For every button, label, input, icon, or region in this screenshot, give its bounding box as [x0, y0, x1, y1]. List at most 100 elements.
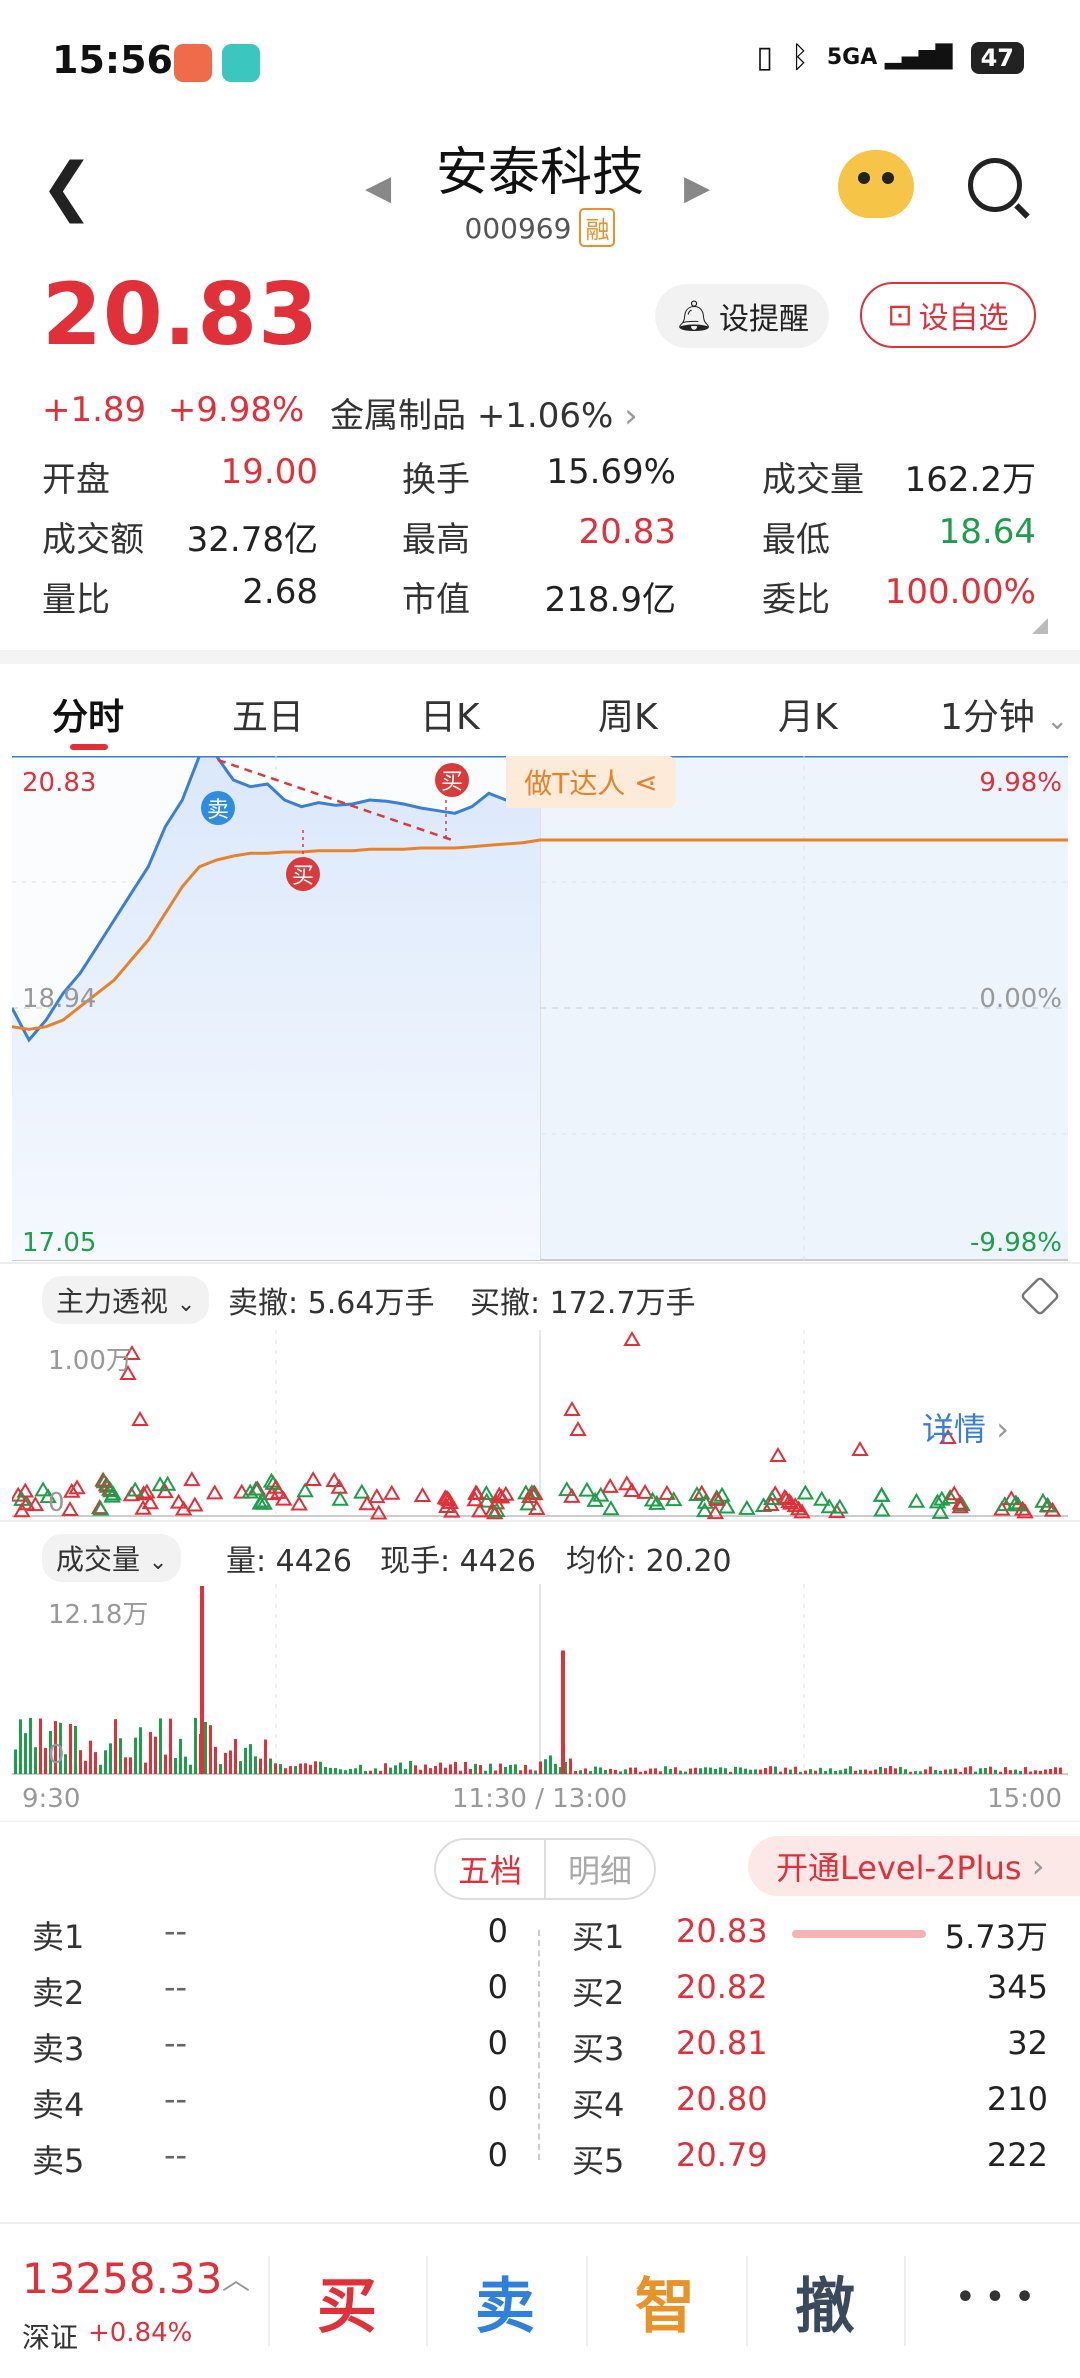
- add-favorite-button[interactable]: ⊡ 设自选: [860, 282, 1036, 348]
- volume-bar: [834, 1770, 837, 1774]
- volume-bar: [284, 1768, 287, 1774]
- volume-bar: [499, 1763, 502, 1774]
- level2-upgrade-button[interactable]: 开通Level-2Plus ›: [748, 1836, 1080, 1896]
- flow-mark: [296, 1482, 314, 1498]
- volume-chart[interactable]: [12, 1584, 1068, 1776]
- volume-bar: [619, 1771, 622, 1774]
- volume-bar: [989, 1766, 992, 1774]
- ask-price: --: [164, 2024, 188, 2062]
- volume-bar: [954, 1768, 957, 1774]
- sell-button[interactable]: 卖: [430, 2258, 580, 2345]
- volume-bar: [364, 1770, 367, 1774]
- tab-one-minute[interactable]: 1分钟 ⌄: [940, 688, 1068, 740]
- volume-bar: [509, 1764, 512, 1774]
- volume-bar: [419, 1769, 422, 1774]
- bid-price: 20.82: [676, 1968, 768, 2006]
- volume-bar: [69, 1724, 72, 1774]
- intraday-price-chart[interactable]: 卖 买 买: [12, 756, 1068, 1262]
- volume-bar: [824, 1770, 827, 1774]
- buy-button[interactable]: 买: [272, 2258, 422, 2345]
- stat-value: 19.00: [220, 452, 318, 492]
- buy-marker[interactable]: 买: [435, 763, 469, 797]
- volume-bar: [679, 1770, 682, 1774]
- tab-intraday[interactable]: 分时: [52, 688, 124, 740]
- current-hand-stat: 现手: 4426: [380, 1544, 536, 1579]
- sell-cancel-stat: 卖撤: 5.64万手: [228, 1286, 435, 1321]
- volume-bar: [414, 1765, 417, 1774]
- cancel-order-button[interactable]: 撤: [750, 2258, 900, 2345]
- volume-bar: [329, 1767, 332, 1774]
- trader-tag-button[interactable]: 做T达人 ⋖: [506, 756, 676, 808]
- volume-bar: [844, 1768, 847, 1774]
- volume-bar: [279, 1764, 282, 1774]
- flow-mode-dropdown[interactable]: 主力透视 ⌄: [42, 1276, 210, 1324]
- flow-chart[interactable]: [12, 1330, 1068, 1520]
- tab-daily-k[interactable]: 日K: [420, 688, 480, 740]
- tab-weekly-k[interactable]: 周K: [598, 688, 658, 740]
- flow-mark: [820, 1498, 839, 1514]
- volume-bar: [669, 1768, 672, 1774]
- flow-mark: [368, 1488, 386, 1504]
- app-notification-icon: [222, 44, 260, 82]
- svg-text:买: 买: [292, 864, 314, 889]
- svg-text:卖: 卖: [207, 798, 229, 823]
- average-price-stat: 均价: 20.20: [566, 1544, 732, 1579]
- volume-bar: [334, 1768, 337, 1774]
- stat-label: 委比: [762, 580, 830, 620]
- orderbook-divider: [538, 1930, 540, 2160]
- volume-bar: [74, 1725, 77, 1774]
- share-icon: ⋖: [634, 765, 658, 799]
- volume-bar: [864, 1769, 867, 1774]
- volume-bar: [659, 1771, 662, 1774]
- volume-bar: [339, 1769, 342, 1774]
- buy-marker[interactable]: 买: [286, 857, 320, 891]
- active-tab-indicator: [70, 744, 108, 750]
- tab-five-day[interactable]: 五日: [232, 688, 304, 740]
- change-value: +1.89: [42, 390, 147, 430]
- volume-bar: [349, 1768, 352, 1774]
- volume-mode-dropdown[interactable]: 成交量 ⌄: [42, 1534, 182, 1582]
- volume-bar: [354, 1768, 357, 1774]
- mascot-icon[interactable]: [838, 150, 914, 218]
- sell-marker[interactable]: 卖: [201, 791, 235, 825]
- volume-bar: [829, 1768, 832, 1774]
- volume-bar: [259, 1758, 262, 1774]
- set-alert-button[interactable]: 🔔︎ 设提醒: [655, 284, 829, 348]
- bid-label: 买2: [572, 1974, 625, 2012]
- volume-bar: [99, 1764, 102, 1774]
- volume-bar: [554, 1763, 557, 1774]
- bid-price: 20.80: [676, 2080, 768, 2118]
- volume-bar: [144, 1762, 147, 1774]
- volume-bar: [704, 1767, 707, 1774]
- tab-monthly-k[interactable]: 月K: [778, 688, 838, 740]
- volume-bar: [734, 1766, 737, 1774]
- volume-bar: [164, 1754, 167, 1774]
- expand-corner-icon[interactable]: [1032, 618, 1048, 634]
- search-icon[interactable]: [968, 158, 1022, 212]
- time-end-label: 15:00: [987, 1784, 1062, 1814]
- volume-bar: [849, 1766, 852, 1774]
- flow-max-label: 1.00万: [48, 1346, 132, 1376]
- more-button[interactable]: • • •: [920, 2280, 1070, 2315]
- volume-bar: [234, 1738, 237, 1774]
- tab-details[interactable]: 明细: [544, 1838, 656, 1900]
- settings-icon[interactable]: [1019, 1275, 1061, 1317]
- flow-mark: [851, 1441, 869, 1456]
- volume-bar: [654, 1768, 657, 1774]
- detail-link[interactable]: 详情 ›: [922, 1404, 1009, 1450]
- smart-trade-button[interactable]: 智: [590, 2258, 740, 2345]
- chevron-up-icon[interactable]: ︿: [222, 2258, 250, 2298]
- volume-bar: [269, 1758, 272, 1774]
- detail-link-label: 详情: [922, 1410, 987, 1448]
- sector-link[interactable]: 金属制品 +1.06% ›: [330, 388, 638, 437]
- volume-bar: [984, 1767, 987, 1774]
- volume-bar: [719, 1767, 722, 1774]
- volume-bar: [1054, 1767, 1057, 1774]
- volume-bar: [979, 1768, 982, 1774]
- tab-five-levels[interactable]: 五档: [434, 1838, 546, 1900]
- flow-zero-label: 0: [48, 1488, 65, 1518]
- volume-bar: [409, 1761, 412, 1774]
- time-start-label: 9:30: [22, 1784, 81, 1814]
- stat-label: 量比: [42, 580, 110, 620]
- index-value[interactable]: 13258.33: [22, 2254, 222, 2303]
